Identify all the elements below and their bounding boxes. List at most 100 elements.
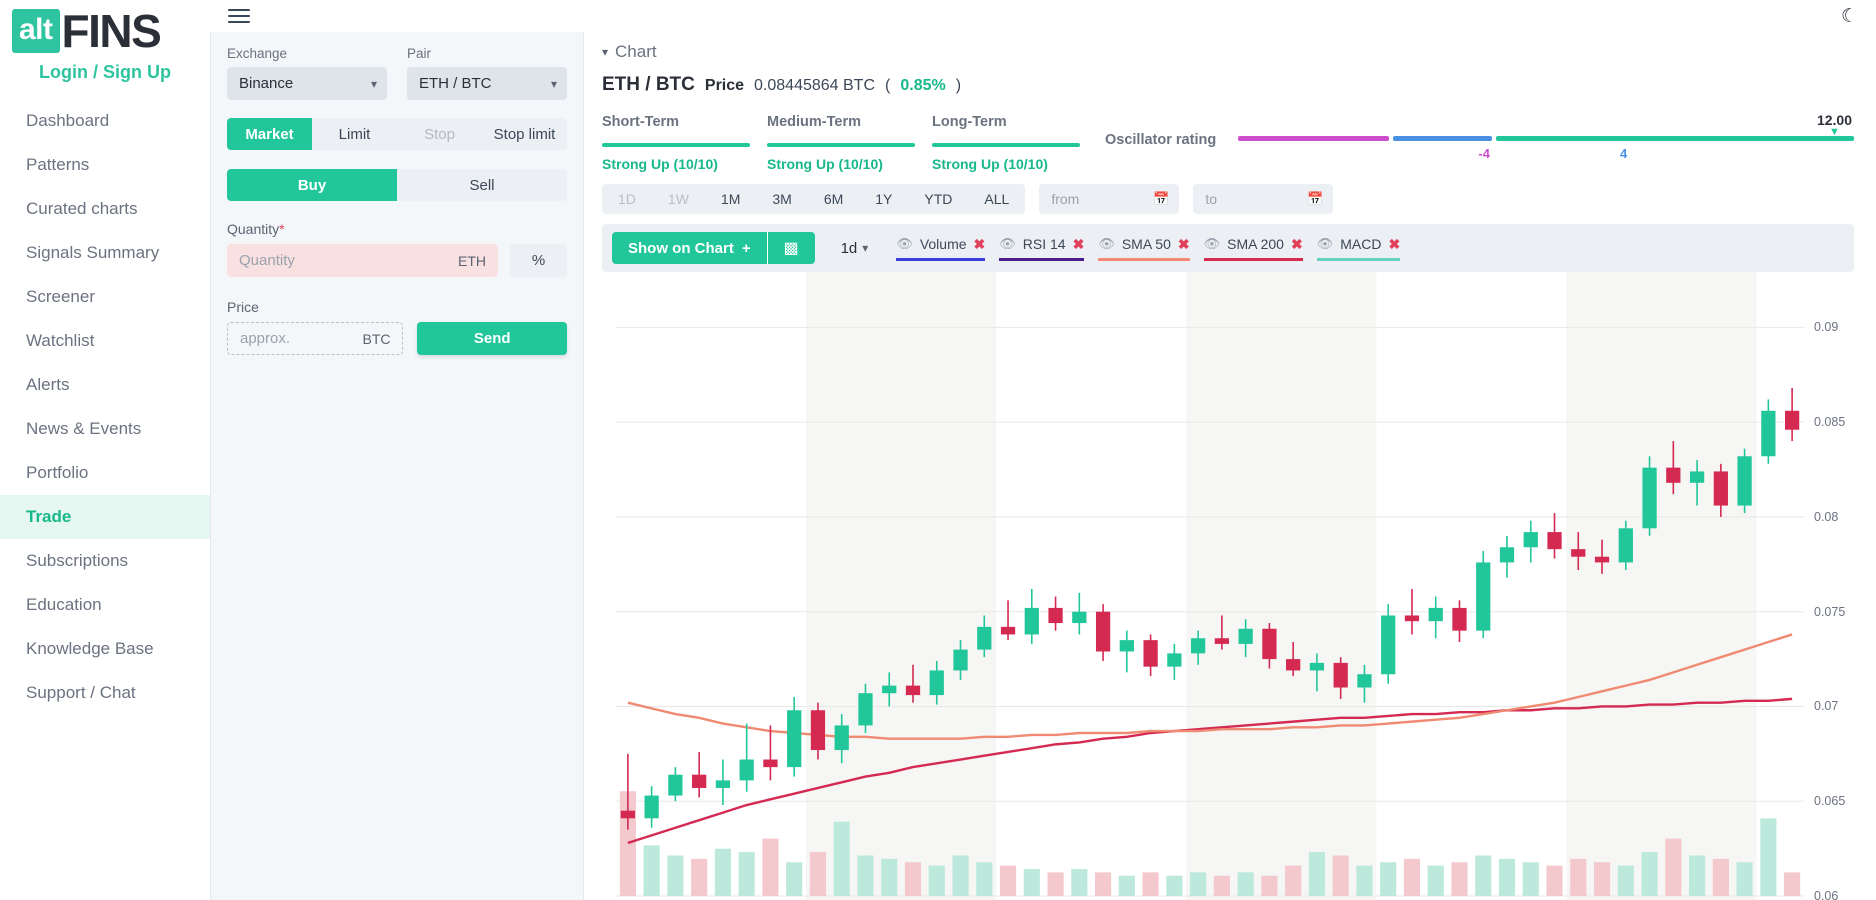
- send-button[interactable]: Send: [417, 322, 567, 355]
- order-type-stop-limit[interactable]: Stop limit: [482, 118, 567, 150]
- indicator-rsi-14[interactable]: 👁 RSI 14 ✖: [999, 236, 1085, 261]
- remove-indicator-icon[interactable]: ✖: [1388, 236, 1400, 253]
- sidebar-item-subscriptions[interactable]: Subscriptions: [0, 539, 210, 583]
- y-axis-tick: 0.075: [1814, 604, 1846, 619]
- oscillator-segment-negative: [1238, 136, 1390, 141]
- bar-chart-icon[interactable]: ▩: [766, 232, 815, 264]
- sidebar-item-screener[interactable]: Screener: [0, 275, 210, 319]
- timeframe-all[interactable]: ALL: [968, 184, 1025, 214]
- order-type-limit[interactable]: Limit: [312, 118, 397, 150]
- sidebar-item-watchlist[interactable]: Watchlist: [0, 319, 210, 363]
- price-chart[interactable]: [602, 272, 1876, 900]
- buy-button[interactable]: Buy: [227, 169, 397, 201]
- remove-indicator-icon[interactable]: ✖: [1291, 236, 1303, 253]
- timeframe-3m[interactable]: 3M: [756, 184, 807, 214]
- sidebar-nav: Dashboard Patterns Curated charts Signals S…: [0, 99, 210, 715]
- timeframe-1m[interactable]: 1M: [705, 184, 756, 214]
- hamburger-icon[interactable]: [228, 5, 250, 27]
- price-row: approx. BTC Send: [227, 322, 567, 355]
- show-on-chart-label: Show on Chart: [628, 239, 734, 257]
- logo[interactable]: alt FINS: [0, 0, 210, 56]
- eye-icon[interactable]: 👁: [1098, 236, 1115, 252]
- calendar-icon[interactable]: 📅: [1307, 191, 1323, 207]
- percent-button[interactable]: %: [510, 244, 567, 277]
- sidebar-item-education[interactable]: Education: [0, 583, 210, 627]
- moon-icon[interactable]: ☾: [1841, 5, 1858, 28]
- sidebar-item-trade[interactable]: Trade: [0, 495, 210, 539]
- required-asterisk: *: [279, 221, 285, 237]
- sidebar-item-patterns[interactable]: Patterns: [0, 143, 210, 187]
- rating-value: Strong Up (10/10): [767, 156, 883, 172]
- y-axis-tick: 0.085: [1814, 415, 1846, 430]
- exchange-label: Exchange: [227, 46, 288, 61]
- timeframe-1y[interactable]: 1Y: [859, 184, 908, 214]
- sidebar-item-knowledge-base[interactable]: Knowledge Base: [0, 627, 210, 671]
- timeframe-label: 6M: [823, 191, 844, 207]
- eye-icon[interactable]: 👁: [896, 236, 913, 252]
- sidebar-item-alerts[interactable]: Alerts: [0, 363, 210, 407]
- sidebar-item-dashboard[interactable]: Dashboard: [0, 99, 210, 143]
- chart-collapse-label: Chart: [615, 42, 657, 61]
- content-row: Exchange Binance ▾ Pair ETH / BTC ▾ Mark…: [210, 32, 1876, 900]
- sidebar-item-portfolio[interactable]: Portfolio: [0, 451, 210, 495]
- remove-indicator-icon[interactable]: ✖: [1178, 236, 1190, 253]
- quantity-unit: ETH: [458, 252, 486, 269]
- plot-area[interactable]: 0.09 0.085 0.08 0.075 0.07 0.065 0.06: [584, 272, 1876, 900]
- rating-title: Long-Term: [932, 114, 1007, 130]
- indicator-macd[interactable]: 👁 MACD ✖: [1316, 236, 1401, 261]
- sidebar-item-label: Watchlist: [26, 331, 95, 350]
- login-signup-link[interactable]: Login / Sign Up: [0, 56, 210, 99]
- y-axis-tick: 0.065: [1814, 794, 1846, 809]
- eye-icon[interactable]: 👁: [999, 236, 1016, 252]
- oscillator-tick-minus4: -4: [1478, 146, 1490, 161]
- calendar-icon[interactable]: 📅: [1153, 191, 1169, 207]
- sidebar-item-label: Education: [26, 595, 102, 614]
- exchange-select[interactable]: Binance ▾: [227, 67, 387, 100]
- date-to-input[interactable]: to 📅: [1193, 184, 1334, 214]
- indicator-sma-200[interactable]: 👁 SMA 200 ✖: [1203, 236, 1303, 261]
- quantity-input[interactable]: Quantity ETH: [227, 244, 498, 277]
- eye-icon[interactable]: 👁: [1204, 236, 1221, 252]
- date-from-input[interactable]: from 📅: [1039, 184, 1180, 214]
- quantity-row: Quantity ETH %: [227, 244, 567, 277]
- indicator-volume[interactable]: 👁 Volume ✖: [896, 236, 986, 261]
- oscillator-segment-positive: [1496, 136, 1854, 141]
- rating-title: Medium-Term: [767, 114, 861, 130]
- oscillator-tick-4: 4: [1619, 146, 1628, 161]
- pair-select[interactable]: ETH / BTC ▾: [407, 67, 567, 100]
- order-type-label: Stop limit: [493, 125, 556, 143]
- order-type-stop: Stop: [397, 118, 482, 150]
- sidebar-item-label: Portfolio: [26, 463, 89, 482]
- rating-long-term: Long-Term Strong Up (10/10): [932, 114, 1097, 172]
- chart-header: ▾ Chart ETH / BTC Price 0.08445864 BTC (…: [584, 32, 1876, 96]
- indicator-sma-50[interactable]: 👁 SMA 50 ✖: [1098, 236, 1190, 261]
- interval-value: 1d: [840, 239, 858, 257]
- show-on-chart-button[interactable]: Show on Chart +: [612, 232, 767, 264]
- sidebar-item-signals-summary[interactable]: Signals Summary: [0, 231, 210, 275]
- remove-indicator-icon[interactable]: ✖: [974, 236, 986, 253]
- sidebar-item-support-chat[interactable]: Support / Chat: [0, 671, 210, 715]
- price-input[interactable]: approx. BTC: [227, 322, 404, 355]
- quantity-label-text: Quantity: [227, 221, 280, 237]
- side-label: Buy: [297, 176, 327, 194]
- timeframe-1d: 1D: [602, 184, 652, 214]
- remove-indicator-icon[interactable]: ✖: [1073, 236, 1085, 253]
- price-amount: 0.08445864 BTC: [754, 77, 876, 94]
- rating-columns: Short-Term Strong Up (10/10) Medium-Term St…: [602, 114, 1097, 172]
- sell-button[interactable]: Sell: [397, 169, 567, 201]
- plot-box[interactable]: 0.09 0.085 0.08 0.075 0.07 0.065 0.06: [602, 272, 1876, 900]
- interval-select[interactable]: 1d ▾: [841, 240, 869, 257]
- order-type-market[interactable]: Market: [227, 118, 312, 150]
- indicator-name: RSI 14: [1022, 236, 1066, 252]
- quantity-label: Quantity*: [227, 221, 567, 237]
- timeframe-ytd[interactable]: YTD: [908, 184, 968, 214]
- sidebar-item-label: Trade: [26, 507, 72, 526]
- sidebar-item-news-events[interactable]: News & Events: [0, 407, 210, 451]
- order-type-label: Limit: [338, 125, 371, 143]
- sidebar-item-label: Support / Chat: [26, 683, 136, 702]
- timeframe-6m[interactable]: 6M: [808, 184, 859, 214]
- sidebar-item-curated-charts[interactable]: Curated charts: [0, 187, 210, 231]
- eye-icon[interactable]: 👁: [1317, 236, 1334, 252]
- rating-value: Strong Up (10/10): [932, 156, 1048, 172]
- chart-collapse-toggle[interactable]: ▾ Chart: [602, 42, 1876, 62]
